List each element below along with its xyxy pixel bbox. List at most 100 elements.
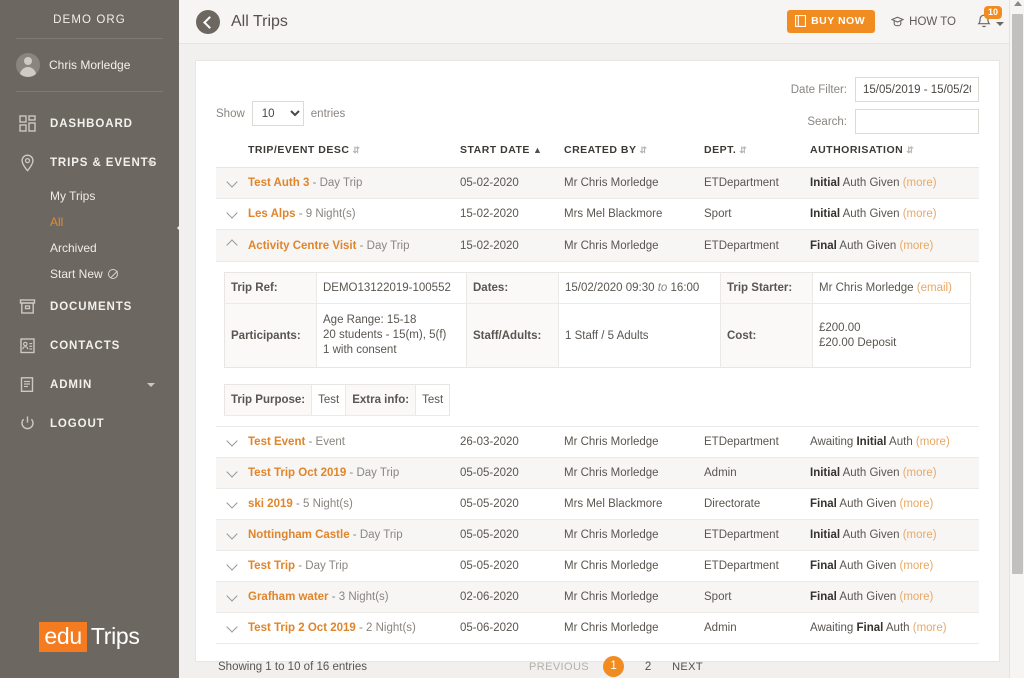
chevron-down-icon[interactable] (147, 161, 155, 165)
auth-more-link[interactable]: (more) (913, 622, 947, 634)
notifications-button[interactable]: 10 (976, 6, 1004, 30)
row-trip-desc: Grafham water - 3 Night(s) (242, 581, 454, 613)
trip-name-link[interactable]: ski 2019 (248, 498, 293, 510)
pagination-page-2[interactable]: 2 (638, 661, 658, 673)
auth-more-link[interactable]: (more) (903, 177, 937, 189)
table-row[interactable]: Grafham water - 3 Night(s) 02-06-2020 Mr C… (216, 581, 979, 613)
pagination-page-1[interactable]: 1 (603, 656, 625, 677)
sidebar-item-admin[interactable]: ADMIN (0, 365, 179, 404)
sidebar-item-dashboard[interactable]: DASHBOARD (0, 104, 179, 143)
auth-stage: Initial (810, 529, 841, 541)
row-expand-cell[interactable] (216, 488, 242, 520)
trip-type: - Event (305, 436, 345, 448)
row-start-date: 15-02-2020 (454, 229, 558, 262)
table-row[interactable]: Test Event - Event 26-03-2020 Mr Chris Mor… (216, 426, 979, 458)
sidebar-subitem-archived[interactable]: Archived (0, 235, 179, 261)
user-profile[interactable]: Chris Morledge (0, 39, 179, 91)
auth-suffix: Auth Given (836, 560, 900, 572)
trip-name-link[interactable]: Activity Centre Visit (248, 240, 356, 252)
auth-more-link[interactable]: (more) (916, 436, 950, 448)
chevron-down-icon[interactable] (996, 22, 1004, 26)
table-row[interactable]: Activity Centre Visit - Day Trip 15-02-20… (216, 229, 979, 262)
table-row[interactable]: Nottingham Castle - Day Trip 05-05-2020 Mr… (216, 519, 979, 551)
back-button[interactable] (196, 9, 220, 34)
row-expand-cell[interactable] (216, 581, 242, 613)
how-to-label: HOW TO (909, 15, 956, 28)
th-created-by[interactable]: CREATED BY ⇵ (558, 138, 698, 168)
vertical-scrollbar[interactable] (1009, 0, 1024, 678)
sidebar-item-logout[interactable]: LOGOUT (0, 404, 179, 443)
how-to-button[interactable]: HOW TO (891, 15, 956, 28)
table-row[interactable]: Test Auth 3 - Day Trip 05-02-2020 Mr Chris… (216, 167, 979, 199)
scroll-up-icon[interactable] (1014, 1, 1022, 6)
sidebar-item-documents[interactable]: DOCUMENTS (0, 287, 179, 326)
chevron-down-icon[interactable] (226, 435, 238, 447)
auth-suffix: Auth Given (836, 591, 900, 603)
chevron-up-icon[interactable] (226, 239, 238, 251)
table-row[interactable]: Test Trip Oct 2019 - Day Trip 05-05-2020 M… (216, 457, 979, 489)
auth-more-link[interactable]: (more) (903, 529, 937, 541)
chevron-down-icon[interactable] (226, 621, 238, 633)
trip-ref-label: Trip Ref: (224, 272, 317, 304)
chevron-down-icon[interactable] (226, 590, 238, 602)
table-row[interactable]: Les Alps - 9 Night(s) 15-02-2020 Mrs Mel B… (216, 198, 979, 230)
row-expand-cell[interactable] (216, 457, 242, 489)
buy-now-button[interactable]: BUY NOW (787, 10, 876, 33)
auth-more-link[interactable]: (more) (900, 240, 934, 252)
row-dept: ETDepartment (698, 229, 804, 262)
sidebar-subitem-start-new[interactable]: Start New (0, 261, 179, 287)
scrollbar-thumb[interactable] (1012, 14, 1023, 574)
row-expand-cell[interactable] (216, 198, 242, 230)
row-authorisation: Final Auth Given (more) (804, 550, 979, 582)
auth-more-link[interactable]: (more) (900, 591, 934, 603)
trip-name-link[interactable]: Test Auth 3 (248, 177, 309, 189)
pagination-previous[interactable]: PREVIOUS (529, 661, 589, 673)
trip-name-link[interactable]: Nottingham Castle (248, 529, 350, 541)
auth-more-link[interactable]: (more) (900, 560, 934, 572)
pagination-next[interactable]: NEXT (672, 661, 703, 673)
chevron-down-icon[interactable] (226, 528, 238, 540)
th-start-date[interactable]: START DATE ▲ (454, 138, 558, 168)
sidebar-subitem-all[interactable]: All (0, 209, 179, 235)
trip-detail-cell: Trip Ref: DEMO13122019-100552 Dates: 15/02/… (216, 261, 979, 427)
trip-name-link[interactable]: Grafham water (248, 591, 329, 603)
search-input[interactable] (855, 109, 979, 134)
table-row[interactable]: Test Trip - Day Trip 05-05-2020 Mr Chris M… (216, 550, 979, 582)
auth-more-link[interactable]: (more) (900, 498, 934, 510)
show-entries-select[interactable]: 10 25 50 100 (251, 101, 304, 126)
sidebar-subitem-my-trips[interactable]: My Trips (0, 183, 179, 209)
sidebar-item-contacts[interactable]: CONTACTS (0, 326, 179, 365)
row-expand-cell[interactable] (216, 229, 242, 262)
th-dept[interactable]: DEPT. ⇵ (698, 138, 804, 168)
trip-starter-value: Mr Chris Morledge (email) (812, 272, 971, 304)
trip-name-link[interactable]: Test Event (248, 436, 305, 448)
chevron-down-icon[interactable] (226, 497, 238, 509)
row-start-date: 02-06-2020 (454, 581, 558, 613)
trip-name-link[interactable]: Test Trip (248, 560, 295, 572)
row-start-date: 05-05-2020 (454, 519, 558, 551)
row-expand-cell[interactable] (216, 426, 242, 458)
row-expand-cell[interactable] (216, 167, 242, 199)
table-row[interactable]: Test Trip 2 Oct 2019 - 2 Night(s) 05-06-2… (216, 612, 979, 644)
date-filter-input[interactable] (855, 77, 979, 102)
chevron-down-icon[interactable] (226, 176, 238, 188)
table-row[interactable]: ski 2019 - 5 Night(s) 05-05-2020 Mrs Mel B… (216, 488, 979, 520)
chevron-down-icon[interactable] (147, 382, 155, 387)
email-link[interactable]: (email) (917, 282, 952, 294)
trip-name-link[interactable]: Test Trip Oct 2019 (248, 467, 346, 479)
th-authorisation[interactable]: AUTHORISATION ⇵ (804, 138, 979, 168)
row-expand-cell[interactable] (216, 519, 242, 551)
trip-name-link[interactable]: Les Alps (248, 208, 296, 220)
row-expand-cell[interactable] (216, 612, 242, 644)
trip-name-link[interactable]: Test Trip 2 Oct 2019 (248, 622, 356, 634)
chevron-down-icon[interactable] (226, 466, 238, 478)
auth-more-link[interactable]: (more) (903, 467, 937, 479)
chevron-down-icon[interactable] (226, 207, 238, 219)
th-trip-desc[interactable]: TRIP/EVENT DESC ⇵ (242, 138, 454, 168)
sidebar-item-trips-events[interactable]: TRIPS & EVENTS (0, 143, 179, 183)
auth-more-link[interactable]: (more) (903, 208, 937, 220)
participants-label: Participants: (224, 303, 317, 368)
chevron-down-icon[interactable] (226, 559, 238, 571)
row-expand-cell[interactable] (216, 550, 242, 582)
trips-table: TRIP/EVENT DESC ⇵ START DATE ▲ CREATED BY ⇵… (216, 138, 979, 644)
